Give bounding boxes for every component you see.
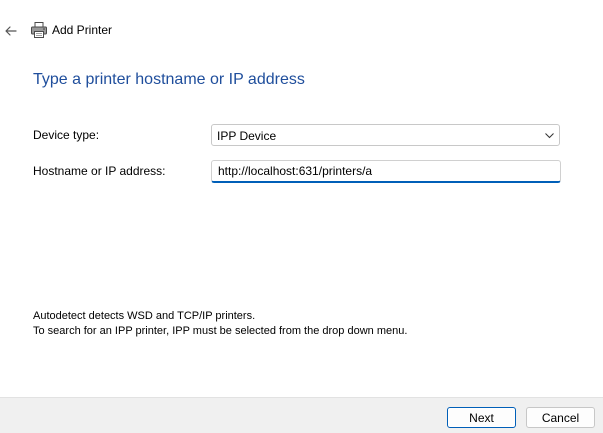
info-text-ipp: To search for an IPP printer, IPP must b… bbox=[33, 325, 408, 337]
device-type-select[interactable]: IPP Device bbox=[211, 124, 560, 146]
window-title: Add Printer bbox=[52, 23, 113, 37]
hostname-input[interactable] bbox=[211, 160, 561, 183]
info-text-autodetect: Autodetect detects WSD and TCP/IP printe… bbox=[33, 310, 256, 322]
back-button[interactable] bbox=[0, 20, 22, 42]
footer-bar: Next Cancel bbox=[0, 397, 603, 433]
hostname-label: Hostname or IP address: bbox=[33, 164, 166, 178]
device-type-label: Device type: bbox=[33, 128, 100, 142]
page-heading: Type a printer hostname or IP address bbox=[33, 71, 305, 88]
next-button[interactable]: Next bbox=[447, 407, 516, 428]
title-bar: Add Printer bbox=[0, 0, 603, 60]
cancel-button[interactable]: Cancel bbox=[526, 407, 595, 428]
device-type-value: IPP Device bbox=[217, 129, 277, 143]
printer-icon bbox=[31, 22, 47, 38]
chevron-down-icon bbox=[545, 133, 554, 139]
back-arrow-icon bbox=[5, 26, 17, 36]
